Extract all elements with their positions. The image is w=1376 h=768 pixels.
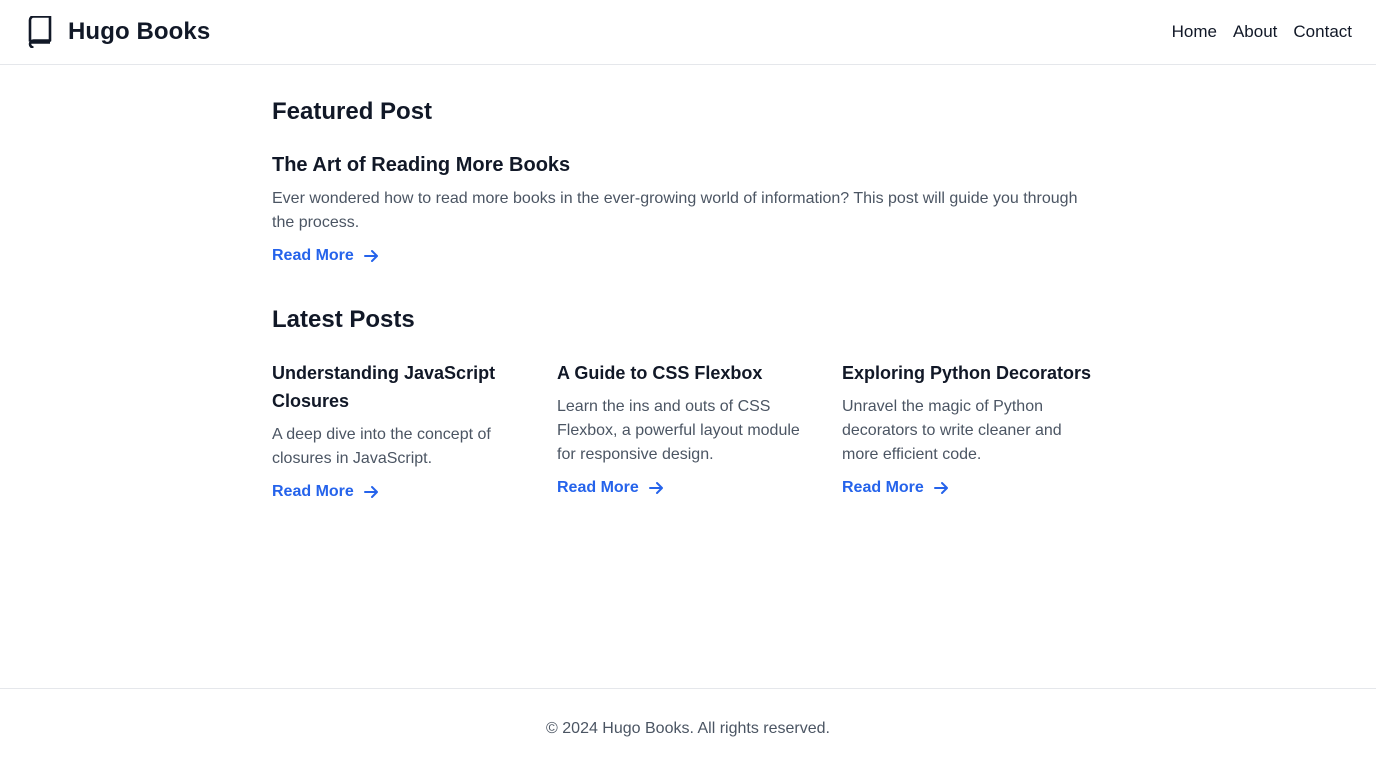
featured-post: The Art of Reading More Books Ever wonde… [272, 151, 1092, 265]
read-more-label: Read More [557, 479, 639, 496]
post-card: A Guide to CSS Flexbox Learn the ins and… [557, 359, 817, 501]
post-card-excerpt: Unravel the magic of Python decorators t… [842, 398, 1062, 463]
post-card-title: Exploring Python Decorators [842, 363, 1092, 383]
arrow-right-icon [362, 247, 380, 265]
latest-posts-grid: Understanding JavaScript Closures A deep… [272, 359, 1104, 501]
nav-about[interactable]: About [1233, 22, 1277, 42]
site-footer: © 2024 Hugo Books. All rights reserved. [0, 688, 1376, 768]
nav-home[interactable]: Home [1172, 22, 1217, 42]
post-card: Understanding JavaScript Closures A deep… [272, 359, 532, 501]
post-card-excerpt: Learn the ins and outs of CSS Flexbox, a… [557, 398, 800, 463]
post-read-more-link[interactable]: Read More [557, 479, 665, 497]
copyright-text: © 2024 Hugo Books. All rights reserved. [546, 719, 830, 737]
post-read-more-link[interactable]: Read More [272, 483, 380, 501]
featured-read-more-link[interactable]: Read More [272, 247, 380, 265]
post-read-more-link[interactable]: Read More [842, 479, 950, 497]
featured-post-excerpt: Ever wondered how to read more books in … [272, 190, 1078, 231]
read-more-label: Read More [272, 483, 354, 500]
arrow-right-icon [647, 479, 665, 497]
read-more-label: Read More [272, 247, 354, 264]
featured-section-title: Featured Post [272, 98, 433, 125]
arrow-right-icon [932, 479, 950, 497]
nav-contact[interactable]: Contact [1293, 22, 1352, 42]
latest-section-title: Latest Posts [272, 306, 415, 333]
site-header: Hugo Books Home About Contact [0, 0, 1376, 65]
brand-link[interactable]: Hugo Books [26, 16, 210, 48]
brand-name: Hugo Books [68, 18, 211, 45]
book-icon [26, 16, 54, 48]
main-nav: Home About Contact [1172, 22, 1352, 42]
post-card: Exploring Python Decorators Unravel the … [842, 359, 1102, 501]
arrow-right-icon [362, 483, 380, 501]
post-card-title: A Guide to CSS Flexbox [557, 363, 763, 383]
featured-post-title: The Art of Reading More Books [272, 154, 571, 176]
post-card-excerpt: A deep dive into the concept of closures… [272, 426, 491, 467]
post-card-title: Understanding JavaScript Closures [272, 363, 496, 411]
read-more-label: Read More [842, 479, 924, 496]
